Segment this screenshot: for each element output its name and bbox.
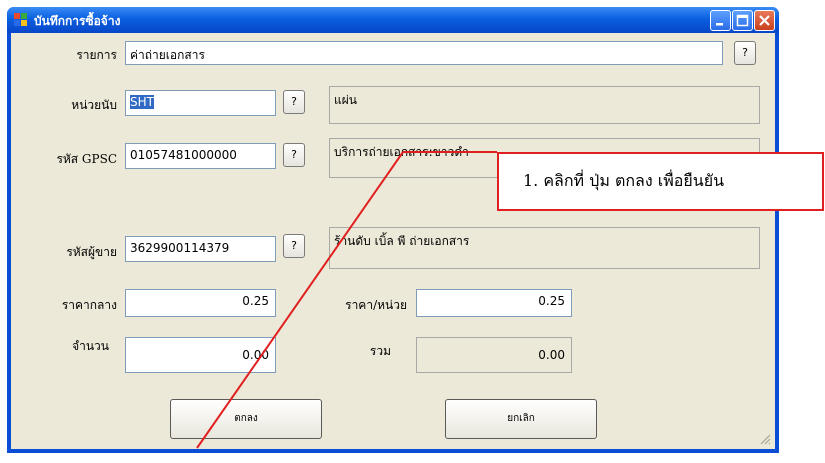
pointer-line [196, 151, 497, 449]
instruction-callout: 1. คลิกที่ ปุ่ม ตกลง เพื่อยืนยัน [497, 152, 824, 211]
